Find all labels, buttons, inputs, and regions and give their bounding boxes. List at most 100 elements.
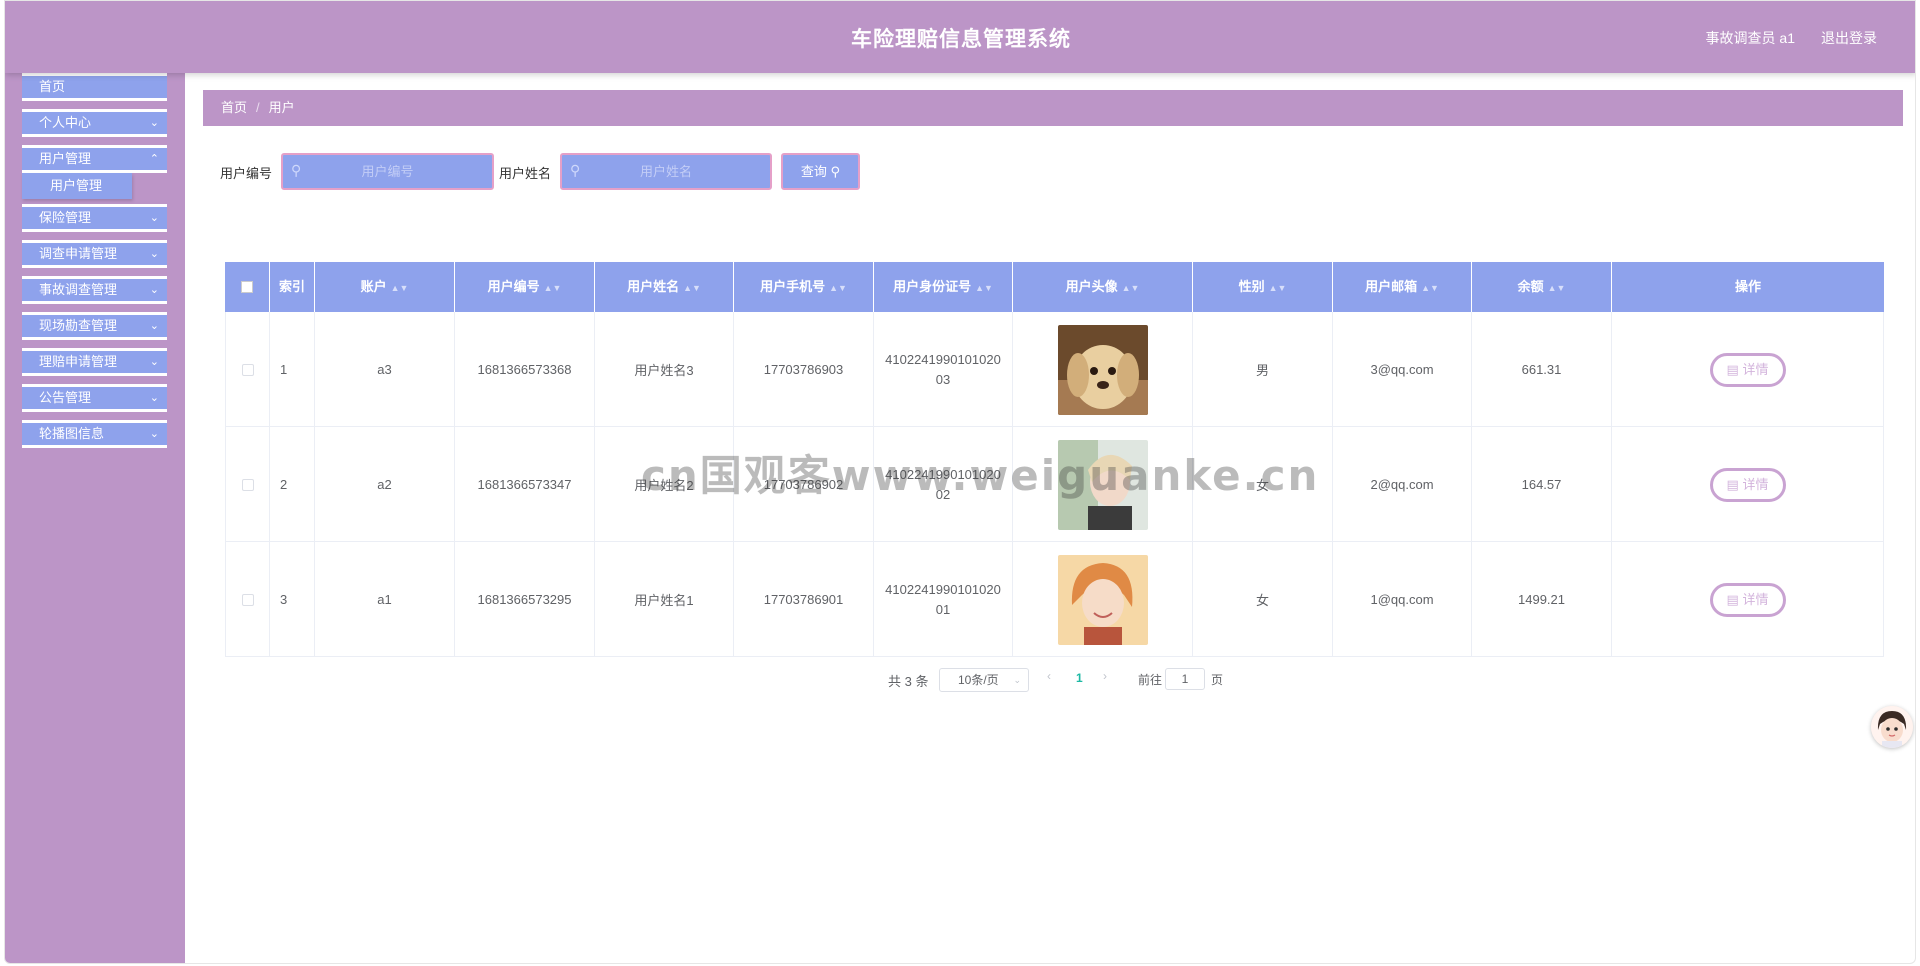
sidebar-item-label: 个人中心	[39, 115, 92, 130]
user-no-label: 用户编号	[220, 166, 273, 181]
goto-page-input[interactable]	[1165, 668, 1205, 690]
column-header-sortable[interactable]: 用户身份证号 ▲▼	[874, 262, 1013, 312]
account-cell: a2	[315, 427, 455, 542]
id-card-text: 410224199010102001	[885, 581, 1001, 617]
avatar-cell	[1013, 542, 1193, 657]
row-checkbox[interactable]	[241, 478, 254, 491]
sort-icon: ▲▼	[1547, 283, 1566, 293]
sidebar-item-claim-request[interactable]: 理赔申请管理 ⌄	[22, 348, 167, 376]
app-window: 车险理赔信息管理系统 事故调查员 a1 退出登录 首页 个人中心 ⌄ 用户管理 …	[4, 0, 1916, 964]
balance-cell: 1499.21	[1472, 542, 1612, 657]
sidebar: 首页 个人中心 ⌄ 用户管理 ⌃ 用户管理 保险管理 ⌄ 调查申请管理 ⌄ 事故…	[5, 73, 185, 963]
sidebar-item-home[interactable]: 首页	[22, 73, 167, 101]
sidebar-item-insurance-management[interactable]: 保险管理 ⌄	[22, 204, 167, 232]
column-header-sortable[interactable]: 用户手机号 ▲▼	[734, 262, 874, 312]
row-checkbox[interactable]	[241, 363, 254, 376]
row-checkbox[interactable]	[241, 593, 254, 606]
column-header-sortable[interactable]: 用户姓名 ▲▼	[595, 262, 734, 312]
chevron-down-icon: ⌄	[149, 284, 159, 296]
breadcrumb-current: 用户	[268, 100, 295, 115]
sidebar-item-label: 保险管理	[39, 210, 92, 225]
document-icon: ▤	[1726, 476, 1739, 492]
sidebar-item-label: 现场勘查管理	[39, 318, 118, 333]
top-header: 车险理赔信息管理系统 事故调查员 a1 退出登录	[5, 1, 1915, 73]
column-header: 索引	[270, 262, 315, 312]
column-header-sortable[interactable]: 用户邮箱 ▲▼	[1333, 262, 1472, 312]
id-card-cell: 410224199010102003	[874, 312, 1013, 427]
sidebar-item-user-management[interactable]: 用户管理 ⌃	[22, 145, 167, 173]
prev-page-icon[interactable]: ‹	[1047, 669, 1051, 683]
breadcrumb-home[interactable]: 首页	[221, 100, 247, 115]
sidebar-item-label: 公告管理	[39, 390, 92, 405]
sidebar-item-personal-center[interactable]: 个人中心 ⌄	[22, 109, 167, 137]
account-cell: a1	[315, 542, 455, 657]
account-cell: a3	[315, 312, 455, 427]
logout-link[interactable]: 退出登录	[1821, 28, 1877, 48]
sidebar-subitem-user-management[interactable]: 用户管理	[22, 173, 132, 199]
document-icon: ▤	[1726, 591, 1739, 607]
chevron-down-icon: ⌄	[149, 248, 159, 260]
sidebar-item-carousel[interactable]: 轮播图信息 ⌄	[22, 420, 167, 448]
page-size-select[interactable]: 10条/页 ⌄	[939, 668, 1029, 692]
index-cell: 1	[270, 312, 315, 427]
table-row: 3 a1 1681366573295 用户姓名1 17703786901 410…	[225, 542, 1884, 657]
sidebar-item-label: 首页	[39, 79, 66, 94]
email-cell: 3@qq.com	[1333, 312, 1472, 427]
detail-button[interactable]: ▤ 详情	[1709, 352, 1786, 387]
phone-cell: 17703786901	[734, 542, 874, 657]
column-header-sortable[interactable]: 用户头像 ▲▼	[1013, 262, 1193, 312]
user-no-cell: 1681366573368	[455, 312, 595, 427]
document-icon: ▤	[1726, 361, 1739, 377]
column-header: 操作	[1734, 279, 1761, 294]
page-suffix: 页	[1211, 673, 1224, 687]
chevron-down-icon: ⌄	[149, 392, 159, 404]
column-header-sortable[interactable]: 账户 ▲▼	[315, 262, 455, 312]
user-name-cell: 用户姓名3	[595, 312, 734, 427]
user-no-cell: 1681366573347	[455, 427, 595, 542]
select-all-checkbox[interactable]	[241, 280, 253, 293]
pagination-total: 共 3 条	[888, 674, 929, 689]
action-cell: ▤ 详情	[1612, 542, 1884, 657]
sort-icon: ▲▼	[975, 283, 993, 293]
index-cell: 3	[270, 542, 315, 657]
id-card-cell: 410224199010102001	[874, 542, 1013, 657]
next-page-icon[interactable]: ›	[1103, 669, 1107, 683]
assistant-avatar[interactable]	[1871, 706, 1913, 748]
user-no-input[interactable]	[283, 155, 492, 188]
sort-icon: ▲▼	[1121, 283, 1140, 293]
id-card-text: 410224199010102003	[885, 351, 1001, 387]
search-icon: ⚲	[830, 164, 841, 179]
detail-button[interactable]: ▤ 详情	[1709, 582, 1786, 617]
puppy-photo	[1057, 324, 1148, 415]
index-cell: 2	[270, 427, 315, 542]
detail-button[interactable]: ▤ 详情	[1709, 467, 1786, 502]
user-no-cell: 1681366573295	[455, 542, 595, 657]
table-header: 索引 账户 ▲▼ 用户编号 ▲▼ 用户姓名 ▲▼ 用户手机号 ▲▼ 用户身份证号 ▲▼ 用…	[225, 262, 1884, 312]
goto-label: 前往	[1138, 673, 1163, 687]
chevron-up-icon: ⌃	[149, 153, 159, 165]
sidebar-item-label: 事故调查管理	[39, 282, 118, 297]
email-cell: 2@qq.com	[1333, 427, 1472, 542]
user-name-cell: 用户姓名1	[595, 542, 734, 657]
page-number-current[interactable]: 1	[1076, 671, 1083, 685]
sort-icon: ▲▼	[390, 283, 409, 293]
chevron-down-icon: ⌄	[149, 212, 159, 224]
sidebar-item-label: 理赔申请管理	[39, 354, 118, 369]
sidebar-item-accident-investigation[interactable]: 事故调查管理 ⌄	[22, 276, 167, 304]
balance-cell: 661.31	[1472, 312, 1612, 427]
sort-icon: ▲▼	[683, 283, 701, 293]
chevron-down-icon: ⌄	[149, 428, 159, 440]
query-button[interactable]: 查询 ⚲	[781, 153, 860, 190]
column-header-sortable[interactable]: 余额 ▲▼	[1472, 262, 1612, 312]
sidebar-item-investigation-request[interactable]: 调查申请管理 ⌄	[22, 240, 167, 268]
avatar-cell	[1013, 312, 1193, 427]
query-button-label: 查询	[800, 164, 827, 179]
column-header-sortable[interactable]: 用户编号 ▲▼	[455, 262, 595, 312]
sidebar-item-announcement[interactable]: 公告管理 ⌄	[22, 384, 167, 412]
sidebar-item-site-survey[interactable]: 现场勘查管理 ⌄	[22, 312, 167, 340]
column-header-sortable[interactable]: 性别 ▲▼	[1193, 262, 1333, 312]
person-photo	[1057, 554, 1148, 645]
sidebar-item-label: 调查申请管理	[39, 246, 118, 261]
user-name-input[interactable]	[562, 155, 770, 188]
gender-cell: 女	[1193, 542, 1333, 657]
